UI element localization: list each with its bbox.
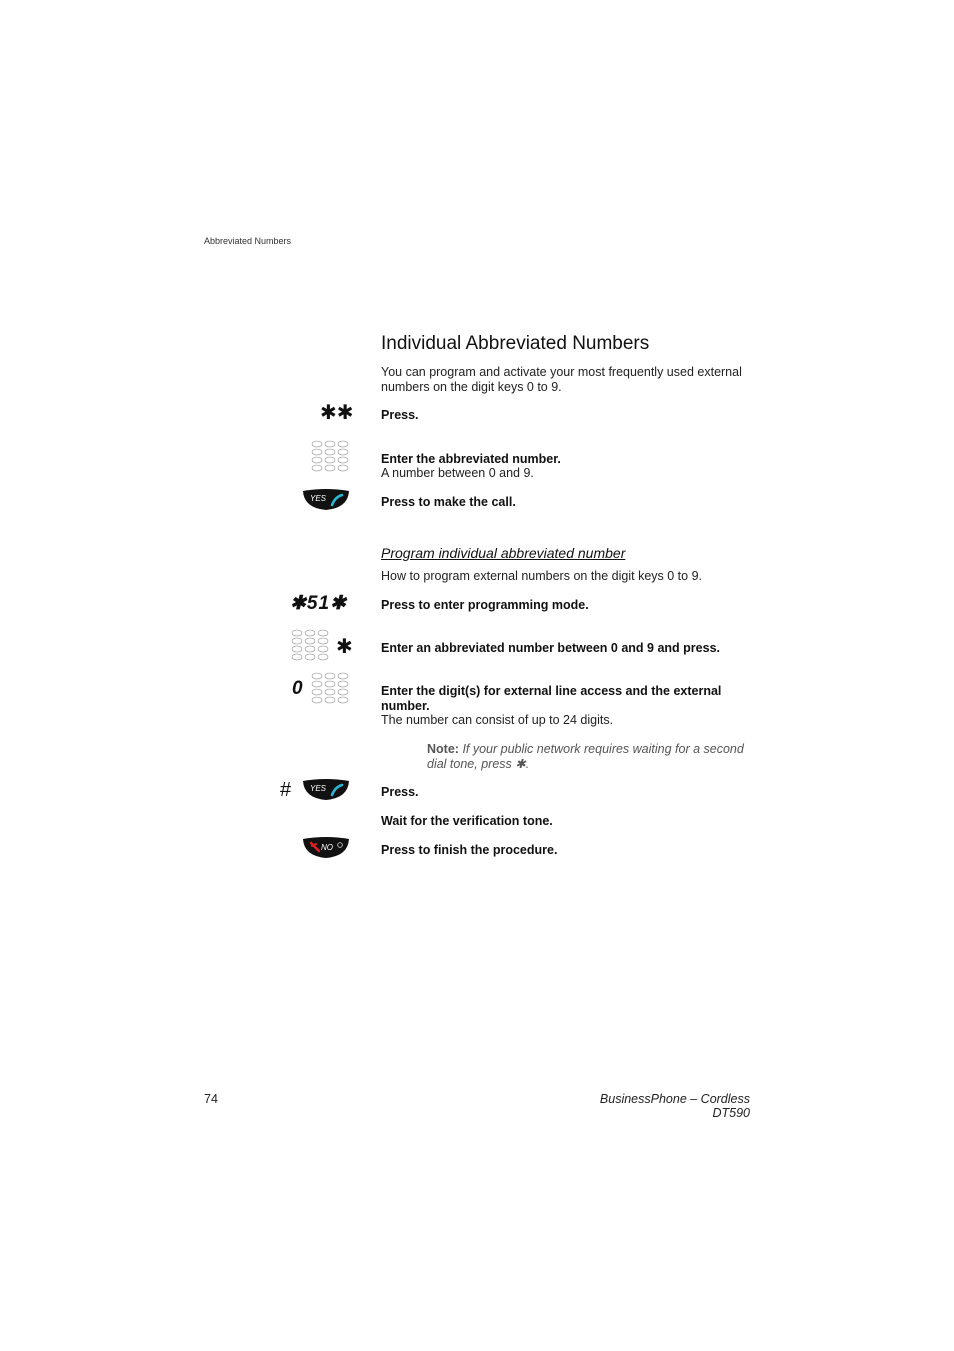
step-detail: A number between 0 and 9. (381, 466, 534, 480)
step-instruction: Enter the abbreviated number. (381, 452, 561, 466)
step-instruction: Press to finish the procedure. (381, 843, 558, 857)
subsection-intro: How to program external numbers on the d… (381, 569, 702, 583)
keypad-icon (311, 440, 349, 472)
code-51-key-icon: ✱51✱ (290, 593, 347, 614)
page-title: Individual Abbreviated Numbers (381, 333, 650, 354)
keypad-icon (311, 672, 349, 704)
step-instruction: Enter the digit(s) for external line acc… (381, 684, 722, 713)
step-instruction: Enter an abbreviated number between 0 an… (381, 641, 720, 655)
step-instruction: Press to enter programming mode. (381, 598, 589, 612)
hash-key-icon: # (280, 779, 292, 801)
footer-product: BusinessPhone – Cordless DT590 (599, 1092, 750, 1120)
running-header: Abbreviated Numbers (204, 236, 292, 246)
subsection-title: Program individual abbreviated number (381, 545, 626, 561)
note-label: Note: (427, 742, 459, 756)
step-instruction: Press. (381, 785, 419, 799)
zero-key-icon: 0 (292, 678, 304, 699)
step-detail: The number can consist of up to 24 digit… (381, 713, 614, 727)
svg-text:YES: YES (310, 494, 327, 503)
note-text: If your public network requires waiting … (427, 742, 744, 771)
page-number: 74 (204, 1092, 218, 1106)
yes-key-icon: YES (303, 489, 349, 510)
step-instruction: Press to make the call. (381, 495, 516, 509)
step-instruction: Wait for the verification tone. (381, 814, 553, 828)
star-key-icon: ✱ (336, 636, 353, 658)
no-key-icon: NO (303, 837, 349, 858)
svg-text:NO: NO (321, 843, 333, 852)
svg-text:YES: YES (310, 784, 327, 793)
note-box: Note: If your public network requires wa… (427, 742, 757, 772)
star-star-key-icon: ✱✱ (320, 402, 354, 424)
keypad-icon (291, 629, 329, 661)
yes-key-icon: YES (303, 779, 349, 800)
intro-text: You can program and activate your most f… (381, 365, 742, 394)
step-instruction: Press. (381, 408, 419, 422)
